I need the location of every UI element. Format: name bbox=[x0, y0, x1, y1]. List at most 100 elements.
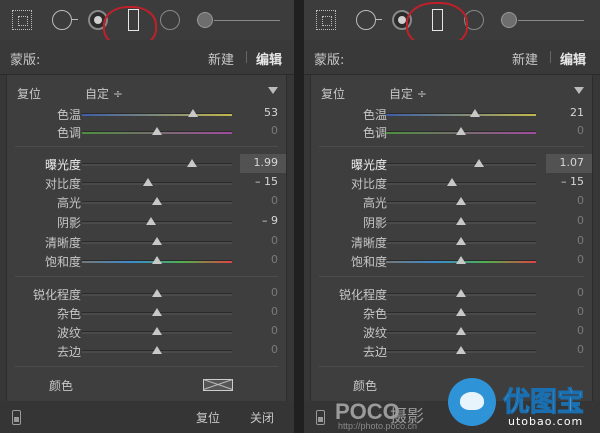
slider-value[interactable]: 0 bbox=[271, 286, 278, 299]
slider-track[interactable] bbox=[82, 159, 232, 167]
brush-size-track[interactable] bbox=[518, 20, 584, 21]
slider-value[interactable]: 0 bbox=[271, 234, 278, 247]
crop-overlay-icon[interactable] bbox=[12, 10, 32, 30]
slider-track[interactable] bbox=[386, 308, 536, 316]
adjustment-brush-icon[interactable] bbox=[197, 12, 213, 28]
slider-thumb[interactable] bbox=[456, 289, 466, 297]
color-swatch[interactable] bbox=[203, 379, 233, 391]
slider-thumb[interactable] bbox=[456, 237, 466, 245]
slider-value[interactable]: 0 bbox=[271, 253, 278, 266]
slider-thumb[interactable] bbox=[188, 109, 198, 117]
slider-track[interactable] bbox=[82, 217, 232, 225]
slider-value[interactable]: 0 bbox=[271, 194, 278, 207]
spot-removal-icon[interactable] bbox=[52, 10, 78, 30]
slider-track[interactable] bbox=[386, 159, 536, 167]
slider-value[interactable]: – 15 bbox=[561, 175, 584, 188]
slider-thumb[interactable] bbox=[152, 327, 162, 335]
slider-track[interactable] bbox=[82, 109, 232, 117]
brush-size-track[interactable] bbox=[214, 20, 280, 21]
slider-value[interactable]: 1.99 bbox=[254, 156, 279, 169]
slider-thumb[interactable] bbox=[152, 346, 162, 354]
slider-thumb[interactable] bbox=[456, 217, 466, 225]
slider-track[interactable] bbox=[386, 289, 536, 297]
section-divider bbox=[319, 146, 584, 147]
edit-button[interactable]: 编辑 bbox=[560, 49, 586, 68]
slider-value[interactable]: 0 bbox=[577, 286, 584, 299]
collapse-triangle-icon[interactable] bbox=[268, 87, 278, 94]
slider-value[interactable]: – 15 bbox=[255, 175, 278, 188]
slider-value[interactable]: 53 bbox=[264, 106, 278, 119]
toggle-switch-icon[interactable] bbox=[12, 410, 21, 425]
slider-track[interactable] bbox=[386, 217, 536, 225]
slider-track[interactable] bbox=[82, 327, 232, 335]
slider-thumb[interactable] bbox=[152, 127, 162, 135]
slider-track[interactable] bbox=[386, 109, 536, 117]
collapse-triangle-icon[interactable] bbox=[574, 87, 584, 94]
edit-button[interactable]: 编辑 bbox=[256, 49, 282, 68]
crop-overlay-icon[interactable] bbox=[316, 10, 336, 30]
slider-thumb[interactable] bbox=[447, 178, 457, 186]
slider-track[interactable] bbox=[82, 346, 232, 354]
slider-thumb[interactable] bbox=[456, 308, 466, 316]
slider-thumb[interactable] bbox=[456, 346, 466, 354]
slider-track[interactable] bbox=[82, 308, 232, 316]
slider-value[interactable]: 0 bbox=[271, 343, 278, 356]
slider-value[interactable]: 0 bbox=[271, 324, 278, 337]
slider-thumb[interactable] bbox=[152, 197, 162, 205]
footer-reset-button[interactable]: 复位 bbox=[196, 409, 220, 426]
spot-removal-icon[interactable] bbox=[356, 10, 382, 30]
preset-dropdown[interactable]: 自定 ÷ bbox=[85, 85, 123, 102]
slider-track[interactable] bbox=[82, 127, 232, 135]
slider-track[interactable] bbox=[386, 178, 536, 186]
slider-thumb[interactable] bbox=[152, 237, 162, 245]
slider-label: 杂色 bbox=[362, 307, 387, 321]
slider-thumb[interactable] bbox=[152, 289, 162, 297]
slider-thumb[interactable] bbox=[474, 159, 484, 167]
radial-filter-icon[interactable] bbox=[160, 10, 180, 30]
slider-value[interactable]: 0 bbox=[271, 124, 278, 137]
slider-value[interactable]: 0 bbox=[577, 214, 584, 227]
slider-value[interactable]: – 9 bbox=[262, 214, 278, 227]
slider-thumb[interactable] bbox=[456, 127, 466, 135]
slider-value[interactable]: 0 bbox=[577, 305, 584, 318]
slider-label: 阴影 bbox=[362, 216, 387, 230]
section-divider bbox=[319, 366, 584, 367]
slider-track[interactable] bbox=[82, 178, 232, 186]
slider-row: 杂色 0 bbox=[311, 304, 592, 322]
slider-thumb[interactable] bbox=[146, 217, 156, 225]
toggle-switch-icon[interactable] bbox=[316, 410, 325, 425]
slider-track[interactable] bbox=[386, 197, 536, 205]
slider-thumb[interactable] bbox=[143, 178, 153, 186]
slider-value[interactable]: 0 bbox=[577, 124, 584, 137]
slider-thumb[interactable] bbox=[456, 327, 466, 335]
slider-value[interactable]: 0 bbox=[577, 343, 584, 356]
preset-dropdown[interactable]: 自定 ÷ bbox=[389, 85, 427, 102]
slider-thumb[interactable] bbox=[469, 109, 480, 117]
slider-value[interactable]: 1.07 bbox=[560, 156, 585, 169]
slider-track[interactable] bbox=[386, 127, 536, 135]
slider-track[interactable] bbox=[82, 237, 232, 245]
slider-value[interactable]: 0 bbox=[271, 305, 278, 318]
slider-value[interactable]: 0 bbox=[577, 194, 584, 207]
slider-track[interactable] bbox=[82, 197, 232, 205]
reset-label: 复位 bbox=[321, 87, 346, 101]
slider-value[interactable]: 0 bbox=[577, 324, 584, 337]
slider-value[interactable]: 21 bbox=[570, 106, 584, 119]
slider-thumb[interactable] bbox=[456, 256, 466, 264]
slider-track[interactable] bbox=[386, 237, 536, 245]
slider-track[interactable] bbox=[386, 256, 536, 264]
slider-track[interactable] bbox=[386, 327, 536, 335]
new-button[interactable]: 新建 bbox=[208, 49, 234, 68]
slider-value[interactable]: 0 bbox=[577, 234, 584, 247]
slider-track[interactable] bbox=[82, 256, 232, 264]
slider-value[interactable]: 0 bbox=[577, 253, 584, 266]
adjustment-brush-icon[interactable] bbox=[501, 12, 517, 28]
slider-thumb[interactable] bbox=[456, 197, 466, 205]
new-button[interactable]: 新建 bbox=[512, 49, 538, 68]
footer-close-button[interactable]: 关闭 bbox=[250, 409, 274, 426]
slider-thumb[interactable] bbox=[152, 308, 162, 316]
slider-thumb[interactable] bbox=[152, 256, 162, 264]
slider-track[interactable] bbox=[82, 289, 232, 297]
slider-track[interactable] bbox=[386, 346, 536, 354]
slider-thumb[interactable] bbox=[186, 159, 197, 167]
